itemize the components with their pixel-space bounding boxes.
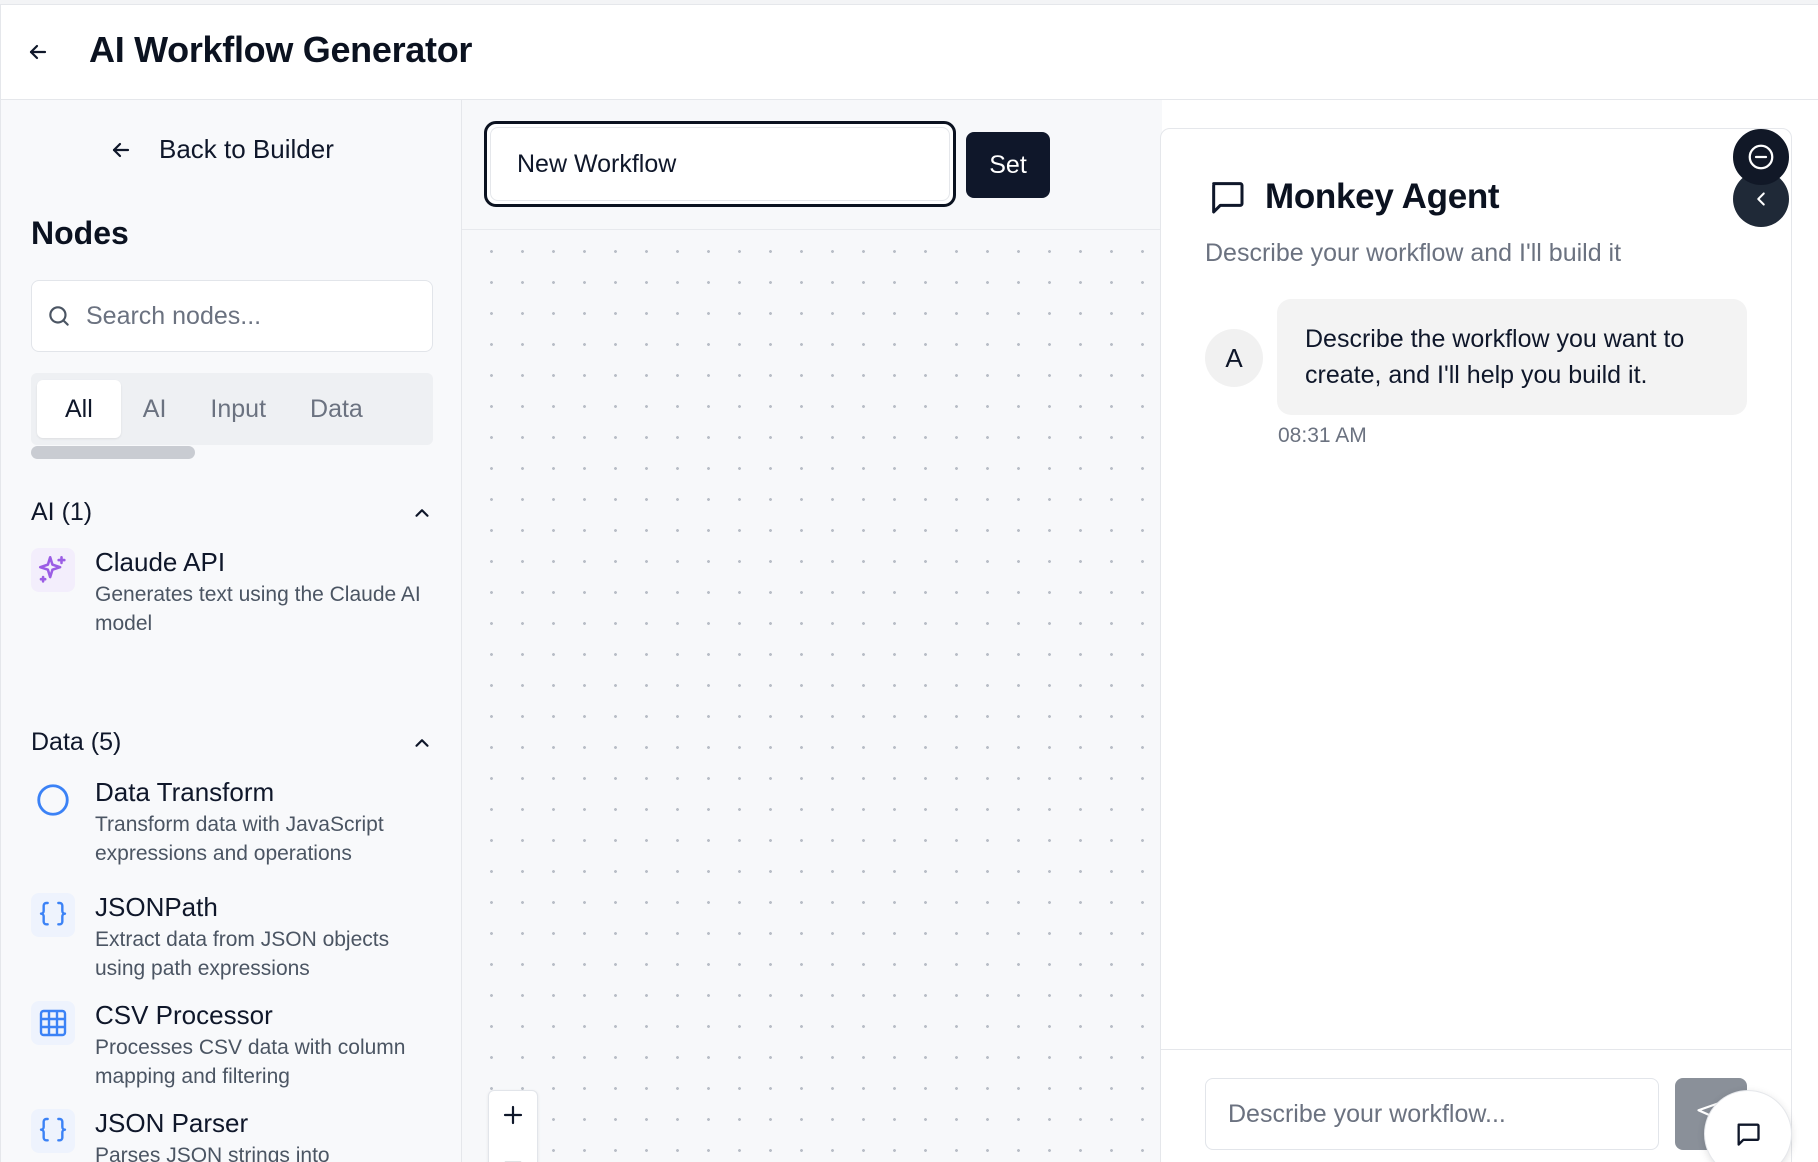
node-name: Claude API bbox=[95, 547, 226, 577]
agent-header: Monkey Agent bbox=[1207, 177, 1500, 217]
canvas-toolbar: Set bbox=[462, 100, 1162, 230]
agent-subtitle: Describe your workflow and I'll build it bbox=[1205, 239, 1622, 267]
set-name-button[interactable]: Set bbox=[966, 132, 1050, 198]
plus-icon bbox=[503, 1105, 523, 1125]
arrow-left-icon bbox=[112, 142, 130, 157]
chat-bubble-icon bbox=[1212, 182, 1244, 214]
tab-data[interactable]: Data bbox=[288, 380, 385, 438]
canvas-grid bbox=[462, 230, 1162, 1162]
workflow-name-field[interactable] bbox=[484, 121, 956, 207]
nodes-sidebar: Back to Builder Nodes All AI Input Data … bbox=[0, 100, 462, 1162]
back-to-builder-label: Back to Builder bbox=[159, 134, 334, 164]
chevron-up-icon bbox=[415, 508, 429, 517]
node-description: Parses JSON strings into bbox=[95, 1144, 330, 1162]
section-label: Data (5) bbox=[31, 728, 122, 756]
section-label: AI (1) bbox=[31, 498, 93, 526]
minus-circle-icon bbox=[1748, 144, 1774, 170]
minimize-agent-button[interactable] bbox=[1733, 129, 1789, 185]
braces-icon bbox=[31, 1109, 75, 1153]
node-name: CSV Processor bbox=[95, 1000, 273, 1030]
table-icon bbox=[31, 1001, 75, 1045]
search-icon bbox=[49, 306, 69, 326]
node-name: JSONPath bbox=[95, 892, 218, 922]
chevron-left-icon bbox=[1757, 192, 1765, 206]
tab-all[interactable]: All bbox=[37, 380, 121, 438]
right-gutter bbox=[1794, 128, 1818, 1162]
tab-input[interactable]: Input bbox=[188, 380, 288, 438]
node-item-jsonpath[interactable]: JSONPath Extract data from JSON objects … bbox=[31, 891, 441, 983]
agent-composer bbox=[1161, 1049, 1791, 1162]
circle-icon bbox=[31, 778, 75, 822]
section-header-ai[interactable]: AI (1) bbox=[31, 498, 433, 527]
agent-title: Monkey Agent bbox=[1265, 177, 1500, 216]
zoom-in-button[interactable] bbox=[489, 1091, 537, 1139]
node-description: Processes CSV data with column mapping a… bbox=[95, 1036, 406, 1088]
nodes-heading: Nodes bbox=[31, 215, 129, 251]
tabs-scrollbar[interactable] bbox=[31, 446, 195, 459]
message-timestamp: 08:31 AM bbox=[1278, 424, 1367, 447]
workflow-canvas[interactable]: Set bbox=[462, 100, 1162, 1162]
minus-icon bbox=[504, 1161, 522, 1162]
zoom-controls bbox=[488, 1090, 538, 1162]
agent-input-field[interactable] bbox=[1205, 1078, 1659, 1150]
section-header-data[interactable]: Data (5) bbox=[31, 728, 433, 757]
tab-ai[interactable]: AI bbox=[121, 380, 189, 438]
page-title: AI Workflow Generator bbox=[89, 29, 473, 70]
zoom-out-button[interactable] bbox=[489, 1139, 537, 1162]
node-description: Transform data with JavaScript expressio… bbox=[95, 813, 384, 865]
node-description: Extract data from JSON objects using pat… bbox=[95, 928, 390, 980]
chat-bubble-icon bbox=[1737, 1123, 1760, 1146]
node-item-json-parser[interactable]: JSON Parser Parses JSON strings into bbox=[31, 1107, 441, 1162]
chevron-up-icon bbox=[415, 738, 429, 747]
back-arrow-button[interactable] bbox=[21, 35, 55, 69]
back-to-builder-button[interactable]: Back to Builder bbox=[109, 134, 334, 165]
node-item-data-transform[interactable]: Data Transform Transform data with JavaS… bbox=[31, 776, 441, 868]
app-header: AI Workflow Generator bbox=[0, 5, 1818, 100]
workflow-description-input[interactable] bbox=[1228, 1099, 1648, 1129]
assistant-message: Describe the workflow you want to create… bbox=[1277, 299, 1747, 415]
avatar: A bbox=[1205, 329, 1263, 387]
search-input[interactable] bbox=[86, 301, 406, 331]
workflow-name-input[interactable] bbox=[517, 149, 897, 179]
arrow-left-icon bbox=[29, 44, 47, 60]
node-description: Generates text using the Claude AI model bbox=[95, 583, 421, 635]
braces-icon bbox=[31, 893, 75, 937]
node-item-csv-processor[interactable]: CSV Processor Processes CSV data with co… bbox=[31, 999, 441, 1091]
agent-panel: Monkey Agent Describe your workflow and … bbox=[1160, 128, 1792, 1162]
node-search[interactable] bbox=[31, 280, 433, 352]
node-item-claude-api[interactable]: Claude API Generates text using the Clau… bbox=[31, 546, 441, 638]
node-name: JSON Parser bbox=[95, 1108, 249, 1138]
node-category-tabs: All AI Input Data bbox=[31, 373, 433, 445]
node-name: Data Transform bbox=[95, 777, 275, 807]
sparkles-icon bbox=[31, 548, 75, 592]
